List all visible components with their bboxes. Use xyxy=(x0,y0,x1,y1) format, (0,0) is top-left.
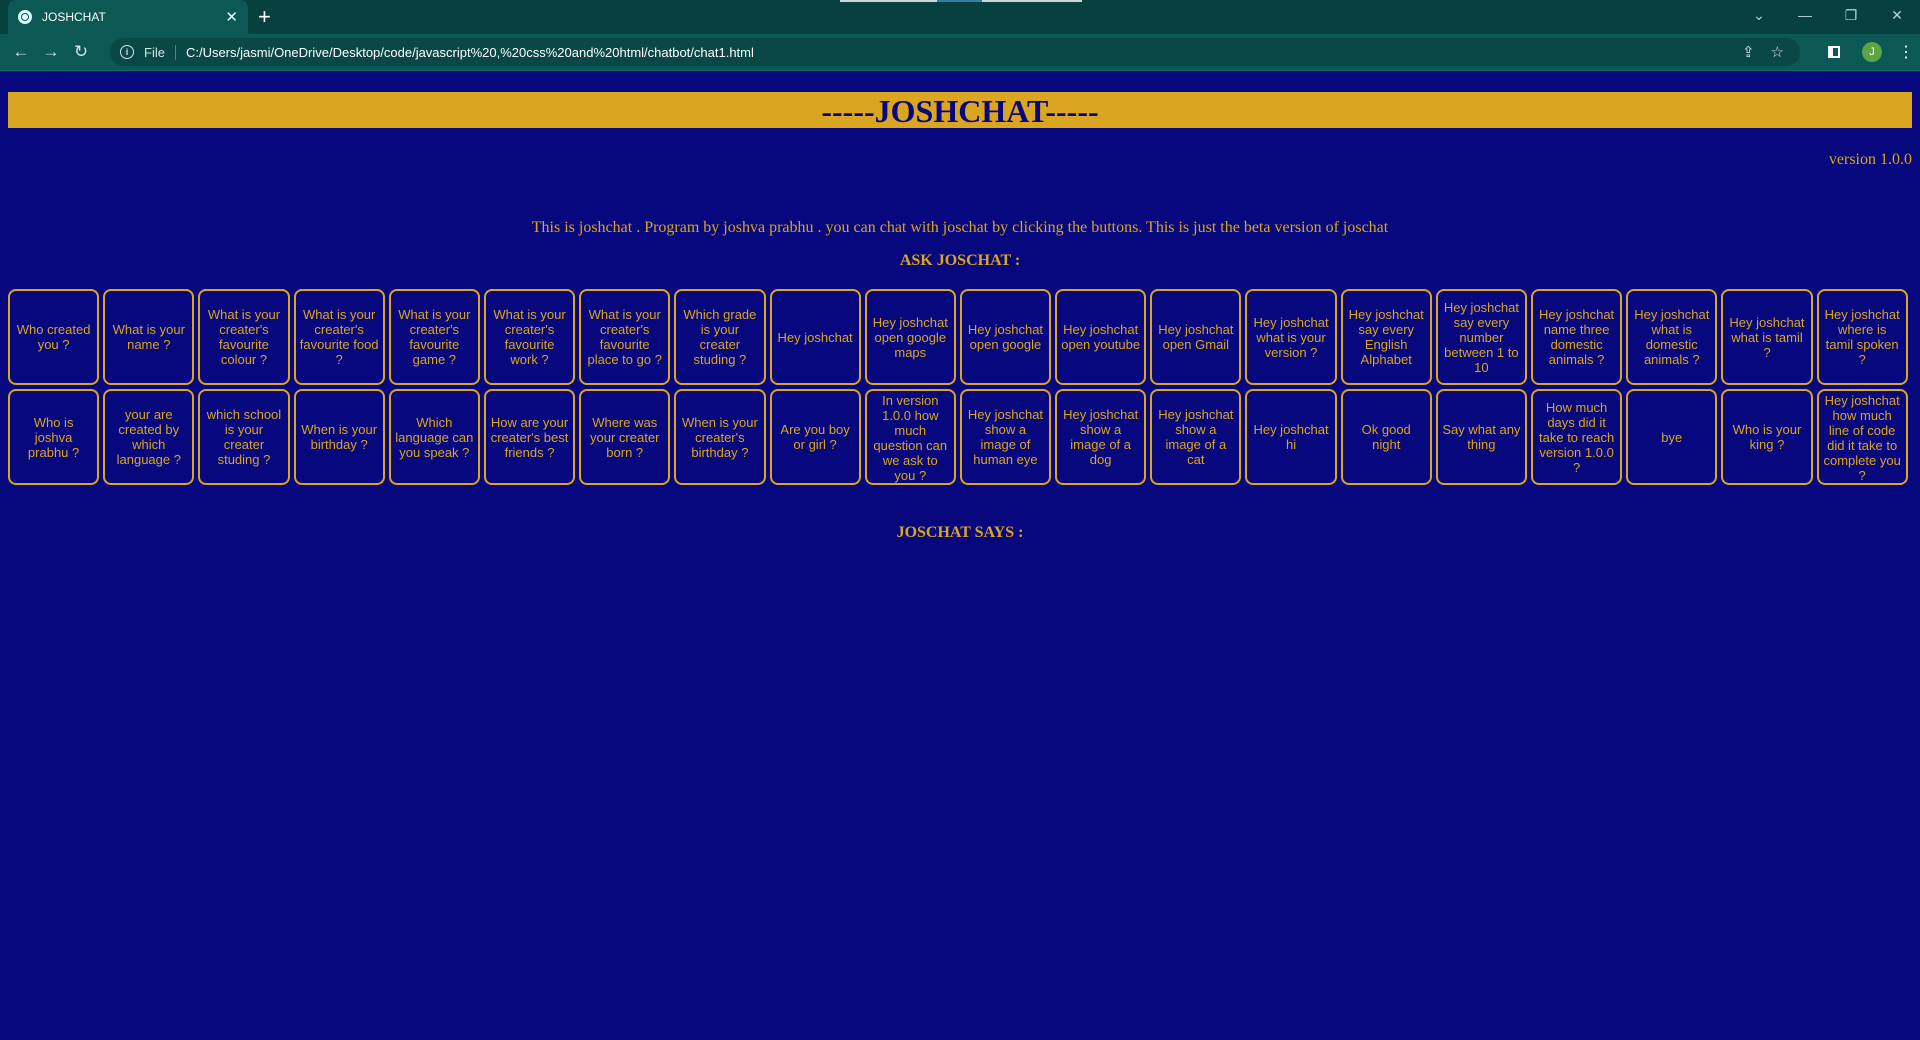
browser-tab[interactable]: JOSHCHAT ✕ xyxy=(8,0,248,34)
menu-icon[interactable]: ⋮ xyxy=(1892,42,1920,62)
question-button[interactable]: Where was your creater born ? xyxy=(579,389,671,485)
window-controls: ⌄ — ❐ ✕ xyxy=(1736,0,1920,34)
question-button[interactable]: How much days did it take to reach versi… xyxy=(1531,389,1623,485)
restore-icon[interactable]: ❐ xyxy=(1828,0,1874,34)
reload-icon[interactable]: ↻ xyxy=(66,42,96,62)
question-button[interactable]: Hey joshchat where is tamil spoken ? xyxy=(1816,289,1908,385)
intro-text: This is joshchat . Program by joshva pra… xyxy=(531,219,1389,236)
question-button[interactable]: Which grade is your creater studing ? xyxy=(674,289,766,385)
question-button[interactable]: How are your creater's best friends ? xyxy=(483,389,576,485)
question-button[interactable]: Hey joshchat show a image of human eye xyxy=(959,389,1052,485)
question-button[interactable]: Hey joshchat what is your version ? xyxy=(1245,289,1337,385)
question-button[interactable]: Who is joshva prabhu ? xyxy=(8,389,100,485)
tab-title: JOSHCHAT xyxy=(42,10,106,24)
question-button[interactable]: Hey joshchat xyxy=(769,289,861,385)
question-button[interactable]: What is your creater's favourite place t… xyxy=(579,289,671,385)
address-bar[interactable]: i File C:/Users/jasmi/OneDrive/Desktop/c… xyxy=(110,38,1800,66)
question-button[interactable]: Hey joshchat what is domestic animals ? xyxy=(1626,289,1718,385)
question-button[interactable]: Hey joshchat how much line of code did i… xyxy=(1816,389,1908,485)
question-button[interactable]: Hey joshchat hi xyxy=(1245,389,1337,485)
file-label: File xyxy=(144,44,176,60)
tab-strip: JOSHCHAT ✕ + ⌄ — ❐ ✕ xyxy=(0,0,1920,34)
new-tab-button[interactable]: + xyxy=(258,4,271,30)
question-button[interactable]: What is your creater's favourite colour … xyxy=(198,289,290,385)
minimize-icon[interactable]: — xyxy=(1782,0,1828,34)
side-panel-icon[interactable] xyxy=(1828,46,1840,58)
response-heading: JOSCHAT SAYS : xyxy=(896,524,1024,541)
page-title: -----JOSHCHAT----- xyxy=(8,92,1912,129)
question-button[interactable]: What is your creater's favourite game ? xyxy=(388,289,480,385)
question-button[interactable]: Hey joshchat say every English Alphabet xyxy=(1340,289,1432,385)
browser-toolbar: ← → ↻ i File C:/Users/jasmi/OneDrive/Des… xyxy=(0,34,1920,71)
question-button[interactable]: which school is your creater studing ? xyxy=(198,389,290,485)
question-button[interactable]: bye xyxy=(1626,389,1718,485)
question-button[interactable]: What is your name ? xyxy=(103,289,195,385)
question-button[interactable]: What is your creater's favourite food ? xyxy=(293,289,385,385)
question-button[interactable]: Who created you ? xyxy=(8,289,100,385)
question-button[interactable]: When is your birthday ? xyxy=(293,389,385,485)
close-window-icon[interactable]: ✕ xyxy=(1874,0,1920,34)
question-button[interactable]: Hey joshchat what is tamil ? xyxy=(1721,289,1813,385)
question-button[interactable]: Say what any thing xyxy=(1435,389,1527,485)
question-button[interactable]: Hey joshchat say every number between 1 … xyxy=(1435,289,1527,385)
profile-avatar[interactable]: J xyxy=(1862,42,1882,62)
star-icon[interactable]: ☆ xyxy=(1771,43,1784,61)
question-button[interactable]: Hey joshchat show a image of a dog xyxy=(1055,389,1147,485)
back-arrow-icon[interactable]: ← xyxy=(6,42,36,62)
question-button[interactable]: Hey joshchat name three domestic animals… xyxy=(1531,289,1623,385)
question-button[interactable]: Hey joshchat open youtube xyxy=(1055,289,1147,385)
question-button[interactable]: Which language can you speak ? xyxy=(388,389,480,485)
share-icon[interactable]: ⇪ xyxy=(1742,43,1755,61)
question-button[interactable]: Hey joshchat show a image of a cat xyxy=(1150,389,1242,485)
question-button[interactable]: What is your creater's favourite work ? xyxy=(483,289,576,385)
url-text[interactable]: C:/Users/jasmi/OneDrive/Desktop/code/jav… xyxy=(186,45,1742,60)
info-icon[interactable]: i xyxy=(120,45,134,59)
question-button[interactable]: your are created by which language ? xyxy=(103,389,195,485)
globe-icon xyxy=(18,10,32,24)
question-button[interactable]: In version 1.0.0 how much question can w… xyxy=(864,389,956,485)
page-content: -----JOSHCHAT----- version 1.0.0 This is… xyxy=(0,71,1920,1040)
ask-heading: ASK JOSCHAT : xyxy=(899,252,1021,269)
close-tab-icon[interactable]: ✕ xyxy=(225,8,238,26)
question-button[interactable]: Are you boy or girl ? xyxy=(769,389,861,485)
question-button[interactable]: When is your creater's birthday ? xyxy=(674,389,766,485)
question-button[interactable]: Hey joshchat open Gmail xyxy=(1150,289,1242,385)
forward-arrow-icon[interactable]: → xyxy=(36,42,66,62)
question-button[interactable]: Hey joshchat open google maps xyxy=(864,289,956,385)
question-button[interactable]: Ok good night xyxy=(1340,389,1432,485)
question-button-grid: Who created you ? What is your name ? What… xyxy=(8,289,1912,485)
tab-search-icon[interactable]: ⌄ xyxy=(1736,0,1782,34)
top-indicator xyxy=(840,0,1082,2)
toolbar-right: J ⋮ xyxy=(1816,34,1920,70)
version-label: version 1.0.0 xyxy=(1828,151,1912,168)
question-button[interactable]: Hey joshchat open google xyxy=(959,289,1052,385)
question-button[interactable]: Who is your king ? xyxy=(1721,389,1813,485)
